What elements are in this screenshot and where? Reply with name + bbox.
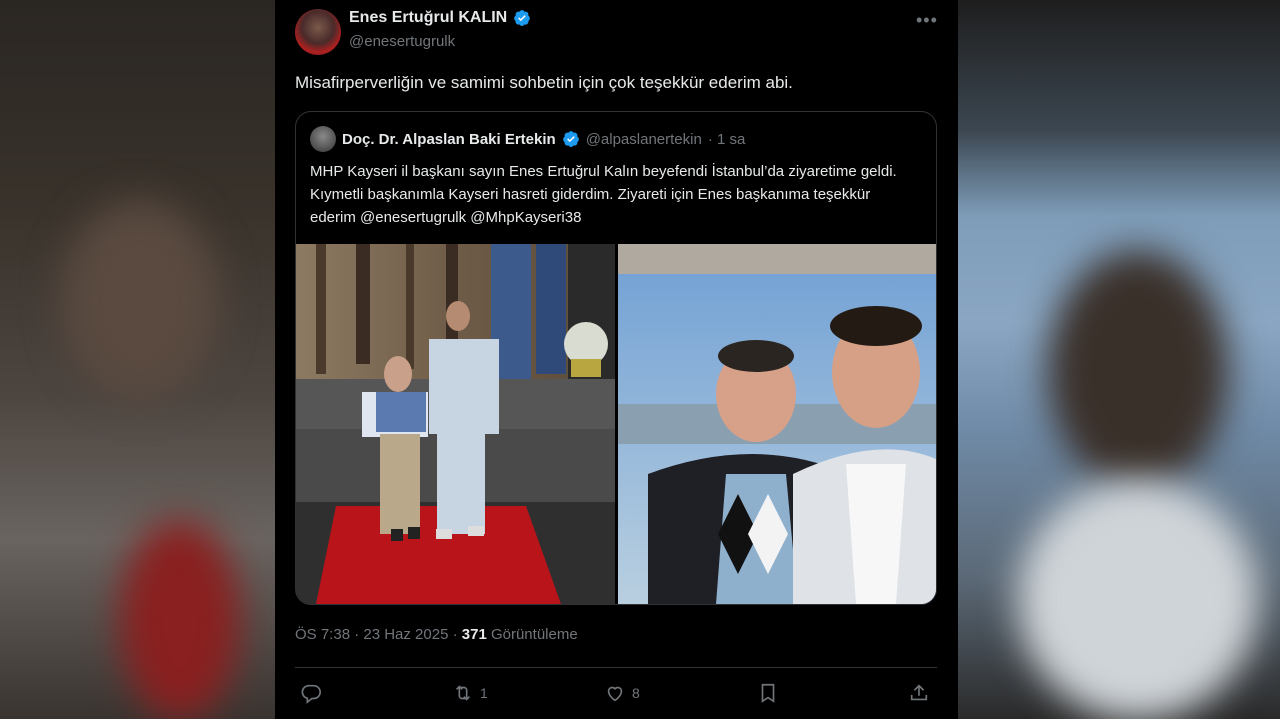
author-name[interactable]: Enes Ertuğrul KALIN xyxy=(349,9,507,27)
author-avatar[interactable] xyxy=(295,9,341,55)
blurred-background-right xyxy=(958,0,1280,719)
photo-lobby-image xyxy=(296,244,615,604)
bookmark-button[interactable] xyxy=(757,682,779,704)
tweet-timestamp[interactable]: ÖS 7:38 · 23 Haz 2025 · xyxy=(295,626,462,643)
quoted-author-name[interactable]: Doç. Dr. Alpaslan Baki Ertekin xyxy=(342,131,556,148)
tweet-text: Misafirperverliğin ve samimi sohbetin iç… xyxy=(295,73,793,92)
verified-badge-icon xyxy=(514,10,531,27)
photo-selfie[interactable] xyxy=(618,244,936,604)
share-button[interactable] xyxy=(908,682,930,704)
photo-lobby[interactable] xyxy=(296,244,615,604)
retweet-button[interactable]: 1 xyxy=(452,682,488,704)
author-name-row[interactable]: Enes Ertuğrul KALIN xyxy=(349,9,531,27)
quoted-tweet[interactable]: Doç. Dr. Alpaslan Baki Ertekin @alpaslan… xyxy=(295,111,937,605)
divider xyxy=(295,667,937,668)
heart-icon xyxy=(607,686,623,702)
share-icon xyxy=(910,684,928,701)
verified-badge-icon xyxy=(562,131,579,148)
quoted-header: Doç. Dr. Alpaslan Baki Ertekin @alpaslan… xyxy=(342,130,745,148)
like-button[interactable]: 8 xyxy=(604,682,640,704)
tweet-meta: ÖS 7:38 · 23 Haz 2025 · 371 Görüntüleme xyxy=(295,626,578,643)
reply-icon xyxy=(301,684,321,704)
quoted-author-handle[interactable]: @alpaslanertekin xyxy=(586,131,702,148)
more-dots-icon[interactable]: ••• xyxy=(916,10,938,31)
quoted-text: MHP Kayseri il başkanı sayın Enes Ertuğr… xyxy=(310,163,897,226)
views-label: Görüntüleme xyxy=(486,626,578,643)
quoted-author-avatar[interactable] xyxy=(310,126,336,152)
retweet-icon xyxy=(455,685,471,701)
views-count: 371 xyxy=(461,626,487,643)
author-handle[interactable]: @enesertugrulk xyxy=(349,33,455,50)
reply-button[interactable] xyxy=(300,682,328,704)
photo-selfie-image xyxy=(618,244,936,604)
quoted-time: · 1 sa xyxy=(707,130,746,148)
bookmark-icon xyxy=(761,683,775,703)
like-count: 8 xyxy=(632,685,640,701)
retweet-count: 1 xyxy=(480,685,488,701)
blurred-background-left xyxy=(0,0,275,719)
